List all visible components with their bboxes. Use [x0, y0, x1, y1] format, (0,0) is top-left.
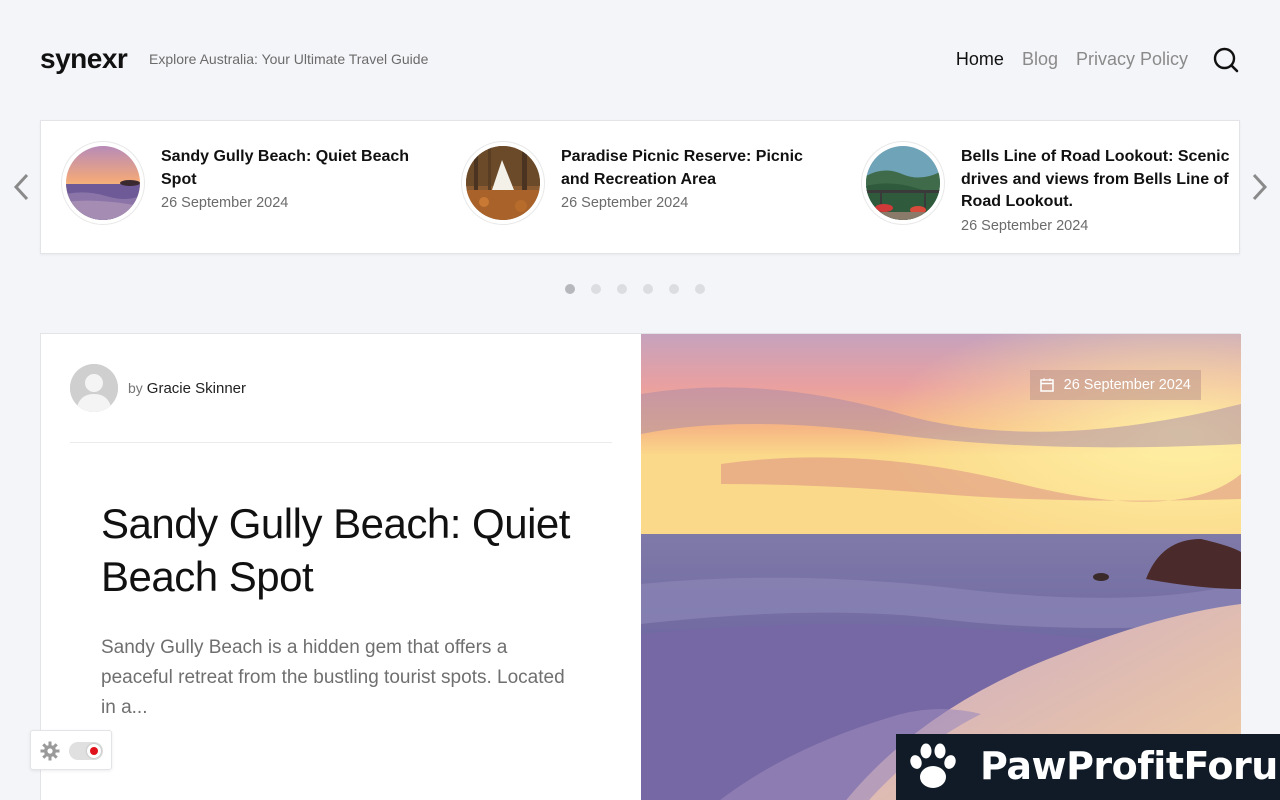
dark-mode-toggle[interactable]: [30, 730, 112, 770]
featured-post-content: by Gracie Skinner Sandy Gully Beach: Qui…: [41, 334, 641, 800]
toggle-knob: [87, 744, 101, 758]
paw-icon: [910, 743, 956, 788]
slide-title[interactable]: Sandy Gully Beach: Quiet Beach Spot: [161, 148, 409, 188]
slider-item[interactable]: Bells Line of Road Lookout: Scenic drive…: [841, 141, 1229, 237]
toggle-switch[interactable]: [69, 742, 103, 760]
site-header: synexr Explore Australia: Your Ultimate …: [40, 40, 1240, 80]
post-excerpt: Sandy Gully Beach is a hidden gem that o…: [101, 637, 565, 718]
slider-dot[interactable]: [669, 284, 679, 294]
slide-thumbnail[interactable]: [461, 141, 545, 225]
site-logo[interactable]: synexr: [40, 43, 128, 75]
post-date-badge: 26 September 2024: [1029, 370, 1201, 400]
post-author: by Gracie Skinner: [70, 364, 246, 412]
slider-dot[interactable]: [643, 284, 653, 294]
slide-thumbnail[interactable]: [61, 141, 145, 225]
gear-icon: [40, 741, 60, 761]
watermark-banner: PawProfitForum: [896, 734, 1280, 800]
slide-date: 26 September 2024: [561, 195, 689, 211]
divider: [70, 442, 612, 443]
nav-item-blog[interactable]: Blog: [1022, 49, 1058, 70]
calendar-icon: [1039, 378, 1054, 392]
slide-date: 26 September 2024: [961, 217, 1089, 234]
post-slider: Sandy Gully Beach: Quiet Beach Spot 26 S…: [40, 120, 1240, 254]
nav-item-privacy-policy[interactable]: Privacy Policy: [1076, 49, 1188, 70]
main-nav: Home Blog Privacy Policy: [956, 49, 1188, 70]
post-date: 26 September 2024: [1063, 377, 1191, 393]
featured-post-image[interactable]: 26 September 2024: [641, 334, 1241, 800]
slider-item[interactable]: Sandy Gully Beach: Quiet Beach Spot 26 S…: [41, 141, 421, 237]
slide-title[interactable]: Paradise Picnic Reserve: Picnic and Recr…: [561, 148, 803, 188]
slider-next-arrow-icon[interactable]: [1247, 172, 1271, 202]
slider-dot[interactable]: [695, 284, 705, 294]
slider-pagination: [565, 284, 705, 294]
avatar[interactable]: [70, 364, 118, 412]
slider-dot[interactable]: [617, 284, 627, 294]
slider-prev-arrow-icon[interactable]: [10, 172, 34, 202]
slider-dot[interactable]: [565, 284, 575, 294]
search-icon[interactable]: [1212, 46, 1240, 74]
author-name[interactable]: Gracie Skinner: [147, 380, 246, 397]
slide-date: 26 September 2024: [161, 195, 289, 211]
author-prefix: by: [128, 380, 143, 396]
slide-thumbnail[interactable]: [861, 141, 945, 225]
site-tagline: Explore Australia: Your Ultimate Travel …: [149, 51, 429, 67]
slider-dot[interactable]: [591, 284, 601, 294]
slide-title[interactable]: Bells Line of Road Lookout: Scenic drive…: [961, 148, 1229, 210]
post-title[interactable]: Sandy Gully Beach: Quiet Beach Spot: [101, 497, 581, 603]
featured-post: by Gracie Skinner Sandy Gully Beach: Qui…: [40, 333, 1241, 800]
slider-item[interactable]: Paradise Picnic Reserve: Picnic and Recr…: [441, 141, 821, 237]
watermark-text: PawProfitForum: [980, 744, 1280, 788]
nav-item-home[interactable]: Home: [956, 49, 1004, 70]
